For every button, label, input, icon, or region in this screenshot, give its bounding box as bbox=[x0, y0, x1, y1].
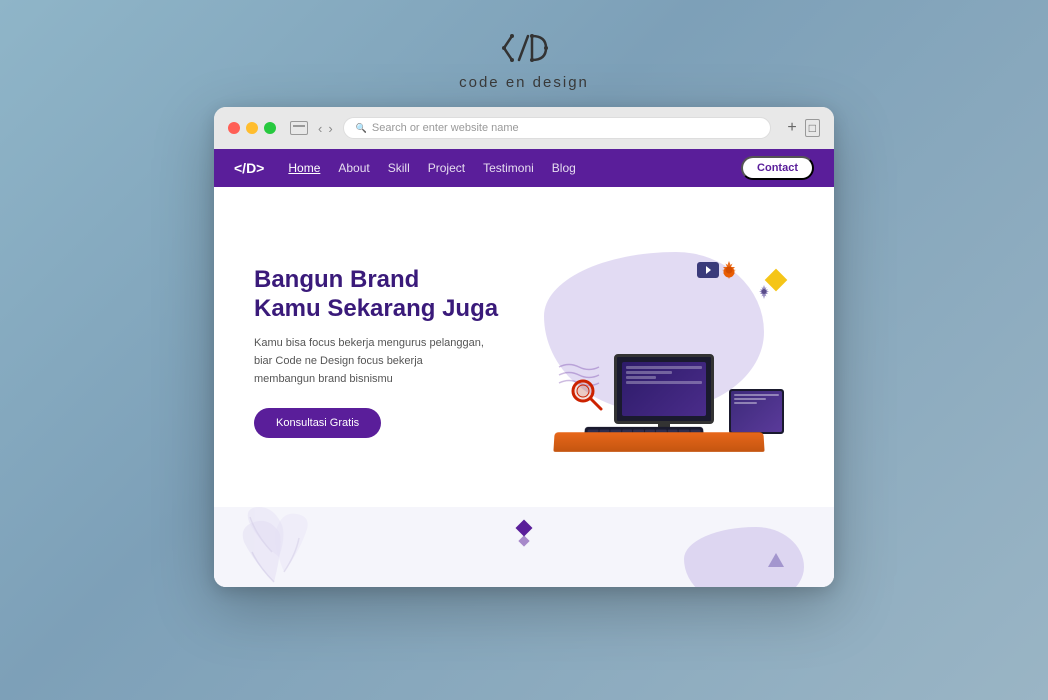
blob-bottom-right bbox=[684, 527, 804, 587]
new-tab-icon[interactable]: + bbox=[787, 119, 796, 137]
bottom-section bbox=[214, 507, 834, 587]
traffic-lights bbox=[228, 122, 276, 134]
monitor bbox=[614, 354, 714, 434]
browser-chrome: ‹ › 🔍 Search or enter website name + □ bbox=[214, 107, 834, 149]
cta-button[interactable]: Konsultasi Gratis bbox=[254, 408, 381, 438]
contact-button[interactable]: Contact bbox=[741, 156, 814, 180]
small-device-screen bbox=[731, 391, 782, 432]
magnifier-icon bbox=[569, 377, 604, 412]
forward-arrow[interactable]: › bbox=[328, 121, 332, 136]
hero-left: Bangun Brand Kamu Sekarang Juga Kamu bis… bbox=[254, 266, 524, 438]
copy-tab-icon[interactable]: □ bbox=[805, 119, 820, 137]
nav-links: Home About Skill Project Testimoni Blog bbox=[288, 161, 741, 175]
scroll-indicator bbox=[518, 522, 530, 545]
navigation-arrows: ‹ › bbox=[318, 121, 333, 136]
brand-header: code en design bbox=[459, 28, 589, 91]
sd-line-2 bbox=[734, 398, 766, 400]
desk-platform bbox=[553, 432, 764, 452]
screen-line-4 bbox=[626, 381, 703, 384]
tab-view-icon[interactable] bbox=[290, 121, 308, 135]
small-device bbox=[729, 389, 784, 434]
website-content: </D> Home About Skill Project Testimoni … bbox=[214, 149, 834, 587]
logo-text: </D> bbox=[234, 160, 264, 176]
hero-subtitle: Kamu bisa focus bekerja mengurus pelangg… bbox=[254, 335, 484, 388]
browser-actions: + □ bbox=[787, 119, 820, 137]
play-badge bbox=[697, 262, 719, 278]
play-icon bbox=[706, 266, 711, 274]
nav-about[interactable]: About bbox=[338, 161, 369, 175]
screen-line-3 bbox=[626, 376, 657, 379]
hero-title: Bangun Brand Kamu Sekarang Juga bbox=[254, 266, 524, 324]
maximize-button[interactable] bbox=[264, 122, 276, 134]
site-navigation: </D> Home About Skill Project Testimoni … bbox=[214, 149, 834, 187]
nav-skill[interactable]: Skill bbox=[388, 161, 410, 175]
url-bar[interactable]: 🔍 Search or enter website name bbox=[343, 117, 772, 139]
triangle-decoration bbox=[768, 553, 784, 567]
scroll-diamond-2 bbox=[518, 535, 529, 546]
sd-line-3 bbox=[734, 402, 757, 404]
scroll-diamond-icon bbox=[516, 520, 533, 537]
screen-line-1 bbox=[626, 366, 703, 369]
nav-project[interactable]: Project bbox=[428, 161, 465, 175]
brand-name-text: code en design bbox=[459, 74, 589, 91]
site-logo: </D> bbox=[234, 160, 264, 176]
sd-line-1 bbox=[734, 394, 779, 396]
brand-logo bbox=[494, 28, 554, 68]
leaf-decoration bbox=[234, 507, 334, 587]
browser-window: ‹ › 🔍 Search or enter website name + □ <… bbox=[214, 107, 834, 587]
nav-testimoni[interactable]: Testimoni bbox=[483, 161, 534, 175]
nav-blog[interactable]: Blog bbox=[552, 161, 576, 175]
search-icon: 🔍 bbox=[356, 123, 367, 134]
url-bar-text: Search or enter website name bbox=[372, 122, 519, 134]
hero-section: Bangun Brand Kamu Sekarang Juga Kamu bis… bbox=[214, 187, 834, 507]
minimize-button[interactable] bbox=[246, 122, 258, 134]
screen-line-2 bbox=[626, 371, 672, 374]
back-arrow[interactable]: ‹ bbox=[318, 121, 322, 136]
hero-right bbox=[524, 232, 804, 472]
nav-home[interactable]: Home bbox=[288, 161, 320, 175]
monitor-screen bbox=[614, 354, 714, 424]
monitor-screen-inner bbox=[622, 362, 707, 416]
close-button[interactable] bbox=[228, 122, 240, 134]
hero-illustration bbox=[524, 242, 804, 462]
